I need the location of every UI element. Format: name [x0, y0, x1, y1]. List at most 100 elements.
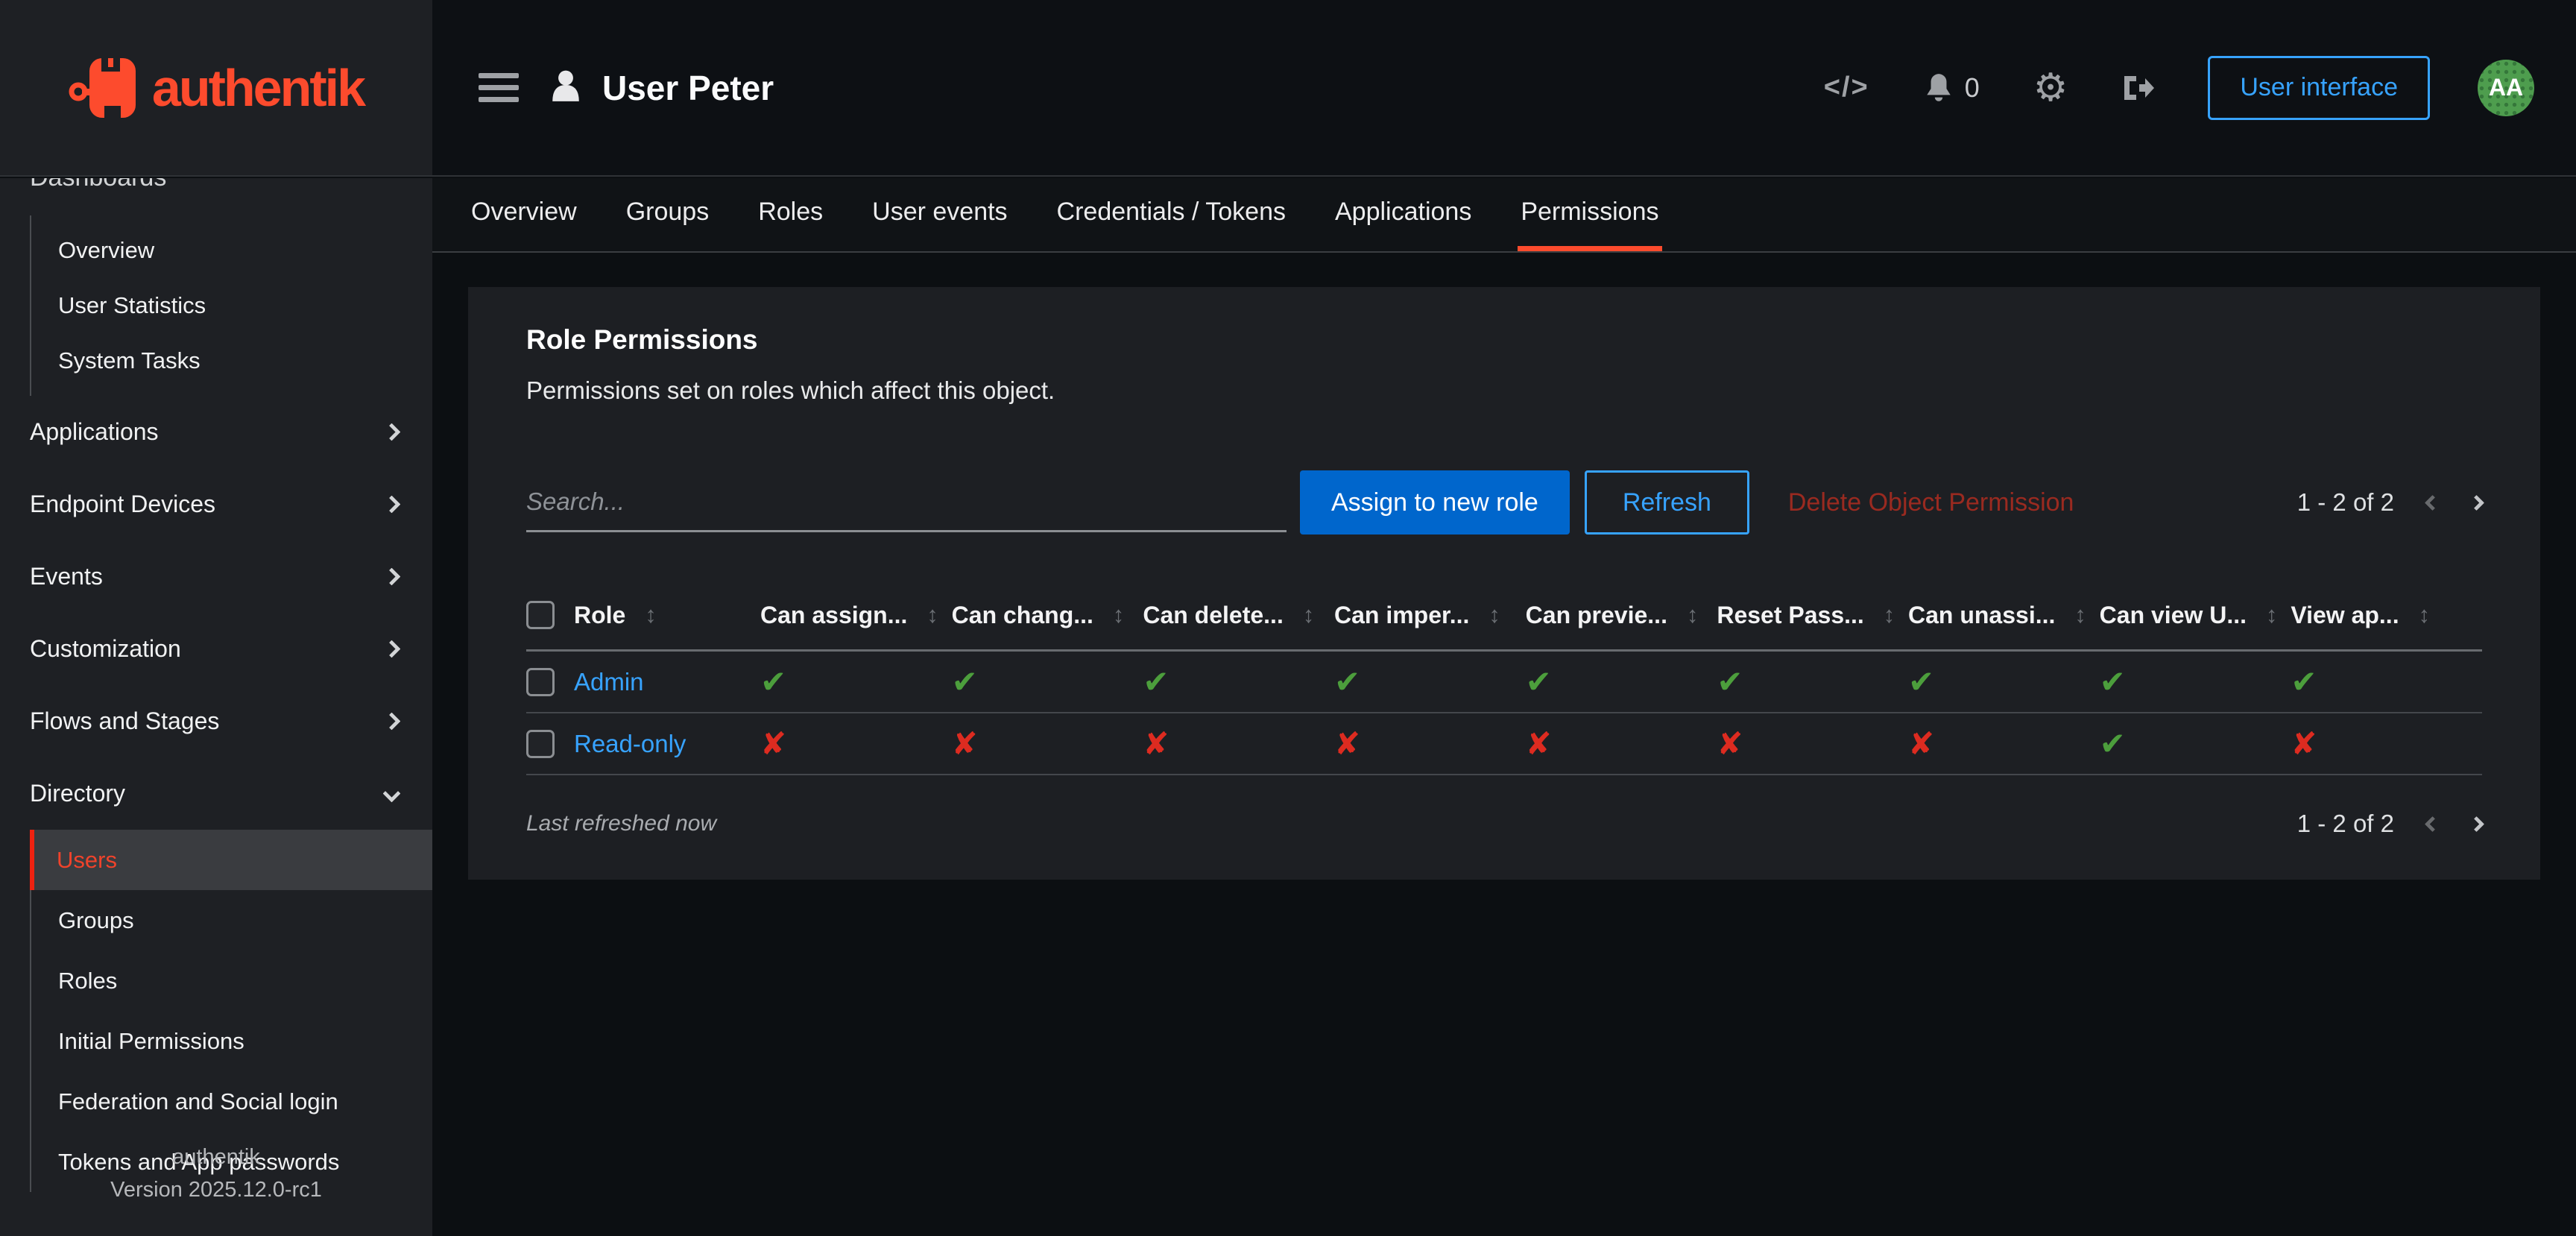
sidebar-item-user-statistics[interactable]: User Statistics	[31, 278, 432, 333]
sidebar-item-overview[interactable]: Overview	[31, 223, 432, 278]
cross-icon: ✘	[952, 725, 1143, 762]
brand-logo[interactable]: authentik	[0, 0, 432, 175]
sidebar-item-endpoint-devices[interactable]: Endpoint Devices	[0, 468, 432, 540]
sidebar-nav: Applications Endpoint Devices Events Custom…	[0, 396, 432, 830]
cross-icon: ✘	[2291, 725, 2482, 762]
sidebar-item-label: Customization	[30, 635, 181, 663]
sort-icon[interactable]: ↕	[1489, 602, 1500, 628]
cross-icon: ✘	[1334, 725, 1526, 762]
check-icon: ✔	[1717, 663, 1908, 700]
notifications-bell-icon[interactable]: 0	[1923, 72, 1980, 104]
cross-icon: ✘	[1143, 725, 1334, 762]
sidebar-item-events[interactable]: Events	[0, 540, 432, 613]
tab-applications[interactable]: Applications	[1332, 178, 1474, 251]
cross-icon: ✘	[760, 725, 952, 762]
pagination-label: 1 - 2 of 2	[2297, 488, 2394, 517]
sort-icon[interactable]: ↕	[2266, 602, 2278, 628]
sort-icon[interactable]: ↕	[645, 602, 657, 628]
check-icon: ✔	[1334, 663, 1526, 700]
column-label: Can chang...	[952, 602, 1093, 629]
sidebar-item-roles[interactable]: Roles	[31, 950, 432, 1011]
chevron-right-icon	[382, 712, 400, 730]
sort-icon[interactable]: ↕	[926, 602, 938, 628]
footer-app-name: authentik	[0, 1141, 432, 1173]
sort-icon[interactable]: ↕	[1113, 602, 1125, 628]
user-icon	[549, 69, 583, 107]
sign-out-icon[interactable]	[2121, 73, 2154, 103]
refresh-button[interactable]: Refresh	[1585, 470, 1749, 535]
sort-icon[interactable]: ↕	[1303, 602, 1315, 628]
assign-to-new-role-button[interactable]: Assign to new role	[1300, 470, 1570, 535]
column-label: Can imper...	[1334, 602, 1469, 629]
column-header-can-previe: Can previe...↕	[1526, 602, 1717, 629]
column-header-can-unassi: Can unassi... ↕	[1908, 602, 2100, 629]
tab-user-events[interactable]: User events	[869, 178, 1010, 251]
tab-overview[interactable]: Overview	[468, 178, 580, 251]
sidebar-item-customization[interactable]: Customization	[0, 613, 432, 685]
user-interface-button[interactable]: User interface	[2208, 56, 2430, 120]
check-icon: ✔	[2100, 725, 2291, 762]
sort-icon[interactable]: ↕	[2419, 602, 2431, 628]
hamburger-menu-icon[interactable]	[479, 73, 519, 102]
toolbar: Assign to new role Refresh Delete Object…	[526, 470, 2482, 535]
check-icon: ✔	[1908, 663, 2100, 700]
directory-subgroup: UsersGroupsRolesInitial PermissionsFeder…	[30, 830, 432, 1192]
column-header-can-imper: Can imper... ↕	[1334, 602, 1526, 629]
chevron-down-icon	[382, 784, 400, 802]
sidebar-item-label: Flows and Stages	[30, 707, 219, 735]
tab-groups[interactable]: Groups	[623, 178, 713, 251]
column-header-can-assign: Can assign...↕	[760, 602, 952, 629]
chevron-right-icon	[382, 640, 400, 658]
cross-icon: ✘	[1908, 725, 2100, 762]
top-pagination: 1 - 2 of 2	[2297, 488, 2482, 517]
sidebar-item-groups[interactable]: Groups	[31, 890, 432, 950]
tab-credentials-tokens[interactable]: Credentials / Tokens	[1054, 178, 1289, 251]
chevron-right-icon	[382, 567, 400, 585]
sidebar-item-label: Applications	[30, 418, 159, 446]
check-icon: ✔	[1143, 663, 1334, 700]
chevron-right-icon	[382, 495, 400, 513]
sidebar-item-applications[interactable]: Applications	[0, 396, 432, 468]
pagination-label: 1 - 2 of 2	[2297, 810, 2394, 838]
check-icon: ✔	[2100, 663, 2291, 700]
column-header-can-view-u: Can view U...↕	[2100, 602, 2291, 629]
sidebar-item-label: Endpoint Devices	[30, 491, 215, 518]
app-header: authentik User Peter </> 0 ⚙ User interf…	[0, 0, 2576, 177]
sidebar-item-system-tasks[interactable]: System Tasks	[31, 333, 432, 388]
sort-icon[interactable]: ↕	[2074, 602, 2086, 628]
sidebar-item-label: Events	[30, 563, 103, 590]
search-input[interactable]	[526, 473, 1287, 532]
settings-gear-icon[interactable]: ⚙	[2033, 69, 2068, 107]
sidebar-item-users[interactable]: Users	[30, 830, 432, 890]
sidebar-item-initial-permissions[interactable]: Initial Permissions	[31, 1011, 432, 1071]
role-link[interactable]: Admin	[574, 668, 760, 696]
avatar[interactable]: AA	[2478, 60, 2534, 116]
column-header-view-ap: View ap...↕	[2291, 602, 2482, 629]
sidebar-item-flows-and-stages[interactable]: Flows and Stages	[0, 685, 432, 757]
sidebar-group-dashboards[interactable]: Dashboards	[30, 178, 432, 199]
notification-count: 0	[1965, 72, 1980, 104]
pagination-prev-icon[interactable]	[2425, 816, 2440, 831]
cross-icon: ✘	[1717, 725, 1908, 762]
column-header-can-chang: Can chang... ↕	[952, 602, 1143, 629]
pagination-next-icon[interactable]	[2469, 494, 2484, 510]
pagination-next-icon[interactable]	[2469, 816, 2484, 831]
sort-icon[interactable]: ↕	[1884, 602, 1895, 628]
tab-permissions[interactable]: Permissions	[1518, 178, 1661, 251]
row-checkbox[interactable]	[526, 730, 555, 758]
brand-wordmark: authentik	[152, 58, 364, 118]
row-checkbox[interactable]	[526, 668, 555, 696]
role-link[interactable]: Read-only	[574, 730, 760, 758]
column-label: Can unassi...	[1908, 602, 2055, 629]
sidebar-item-federation-and-social-login[interactable]: Federation and Social login	[31, 1071, 432, 1132]
check-icon: ✔	[952, 663, 1143, 700]
tab-roles[interactable]: Roles	[755, 178, 826, 251]
api-code-icon[interactable]: </>	[1824, 72, 1869, 104]
sidebar-item-directory[interactable]: Directory	[0, 757, 432, 830]
role-permissions-card: Role Permissions Permissions set on role…	[468, 287, 2540, 880]
select-all-checkbox[interactable]	[526, 601, 555, 629]
pagination-prev-icon[interactable]	[2425, 494, 2440, 510]
sort-icon[interactable]: ↕	[1687, 602, 1699, 628]
table-header-row: Role↕Can assign...↕Can chang...↕Can dele…	[526, 581, 2482, 652]
last-refreshed-label: Last refreshed now	[526, 811, 716, 836]
